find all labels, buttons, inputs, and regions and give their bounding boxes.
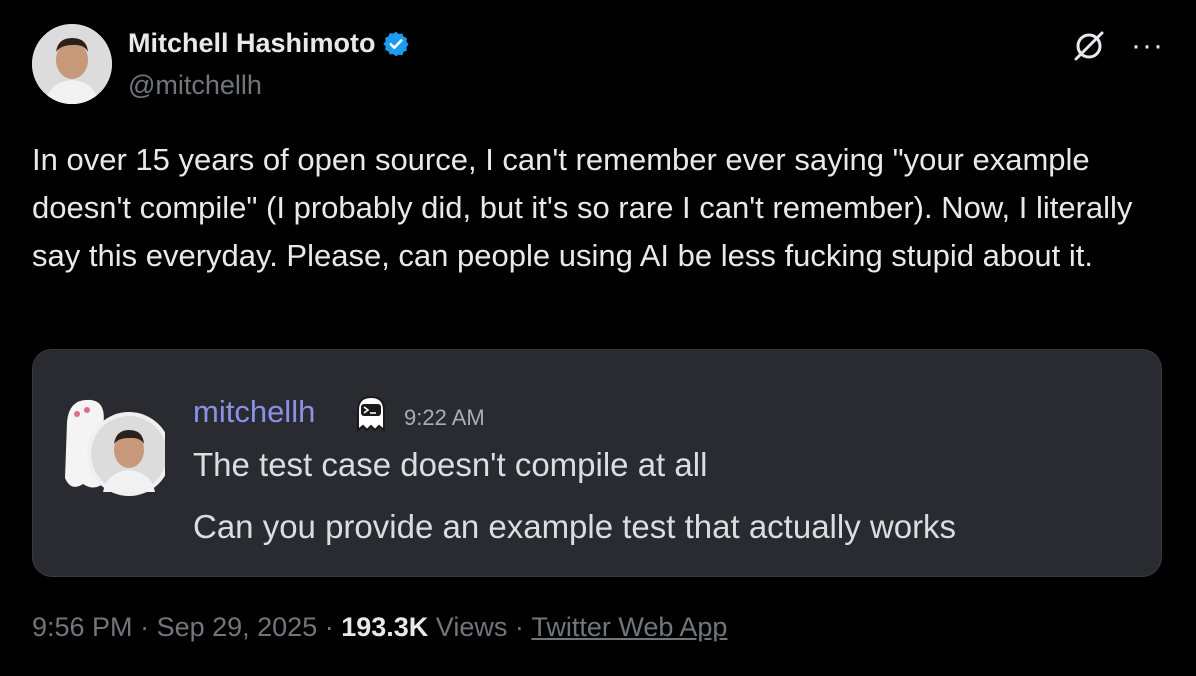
message-username[interactable]: mitchellh: [193, 394, 315, 430]
tweet-time[interactable]: 9:56 PM: [32, 612, 133, 643]
tweet-date[interactable]: Sep 29, 2025: [157, 612, 318, 643]
ghost-icon: [355, 394, 387, 434]
author-name[interactable]: Mitchell Hashimoto: [128, 28, 376, 59]
message-timestamp: 9:22 AM: [404, 405, 485, 430]
views-label: Views: [428, 612, 508, 642]
meta-separator: ·: [132, 612, 157, 642]
views-count: 193.3K: [341, 612, 429, 642]
meta-separator: ·: [507, 612, 532, 642]
verified-badge-icon: [382, 30, 410, 58]
embedded-discord-message[interactable]: mitchellh 9:22 AM The test case doesn't …: [32, 349, 1162, 577]
message-avatar: [55, 392, 171, 502]
tweet-text: In over 15 years of open source, I can't…: [32, 142, 1133, 273]
author-avatar[interactable]: [32, 24, 112, 104]
grok-icon[interactable]: [1071, 28, 1107, 64]
message-line-1: The test case doesn't compile at all: [193, 446, 708, 483]
more-options-icon[interactable]: ···: [1131, 31, 1164, 61]
source-link[interactable]: Twitter Web App: [531, 612, 727, 643]
author-handle[interactable]: @mitchellh: [128, 70, 262, 101]
tweet-meta: 9:56 PM · Sep 29, 2025 · 193.3K Views · …: [32, 612, 727, 643]
message-line-2: Can you provide an example test that act…: [193, 508, 957, 545]
meta-separator: ·: [317, 612, 342, 642]
